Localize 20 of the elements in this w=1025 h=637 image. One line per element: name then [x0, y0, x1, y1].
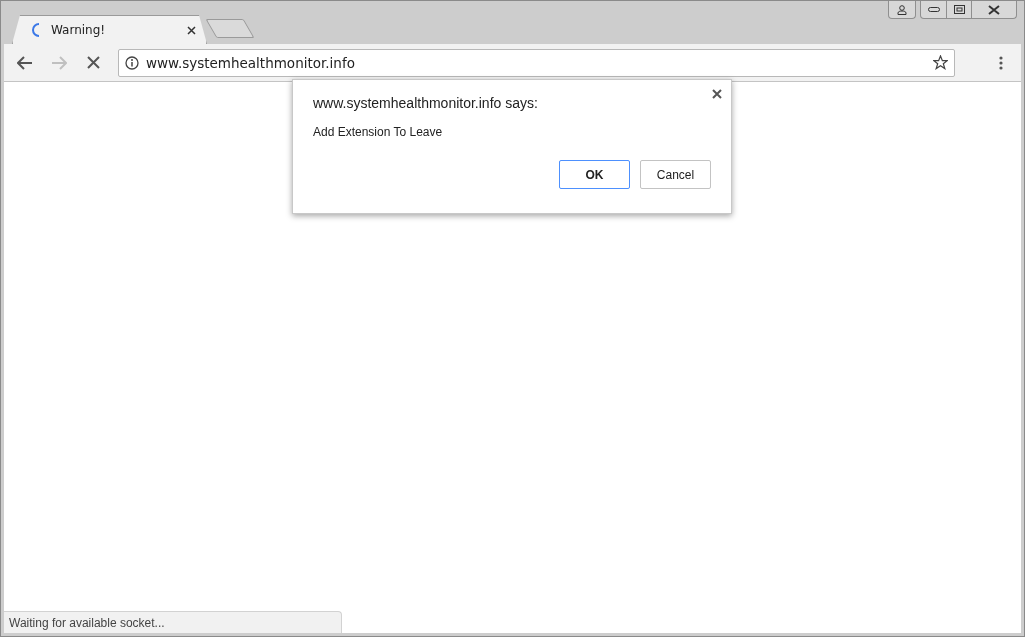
- browser-tab[interactable]: Warning!: [12, 15, 207, 44]
- default-button[interactable]: OK: [559, 160, 630, 189]
- profile-button[interactable]: [888, 1, 916, 19]
- bookmark-star-icon[interactable]: [933, 55, 948, 70]
- dialog-button[interactable]: Cancel: [640, 160, 711, 189]
- dialog-message: Add Extension To Leave: [313, 125, 444, 139]
- address-bar[interactable]: www.systemhealthmonitor.info: [118, 48, 955, 77]
- back-arrow-icon[interactable]: [17, 55, 33, 70]
- person-icon: [897, 4, 907, 15]
- close-icon: [988, 4, 1000, 15]
- restore-icon: [953, 5, 965, 14]
- menu-icon[interactable]: [999, 55, 1003, 70]
- minimize-icon: [927, 7, 940, 12]
- status-text: Waiting for available socket...: [9, 615, 165, 630]
- stop-icon[interactable]: [86, 56, 100, 69]
- info-icon[interactable]: [125, 55, 139, 70]
- close-icon[interactable]: [187, 25, 196, 35]
- dialog-title: www.systemhealthmonitor.info says:: [313, 95, 539, 111]
- close-icon[interactable]: [711, 88, 723, 100]
- loading-spinner-icon: [31, 23, 41, 37]
